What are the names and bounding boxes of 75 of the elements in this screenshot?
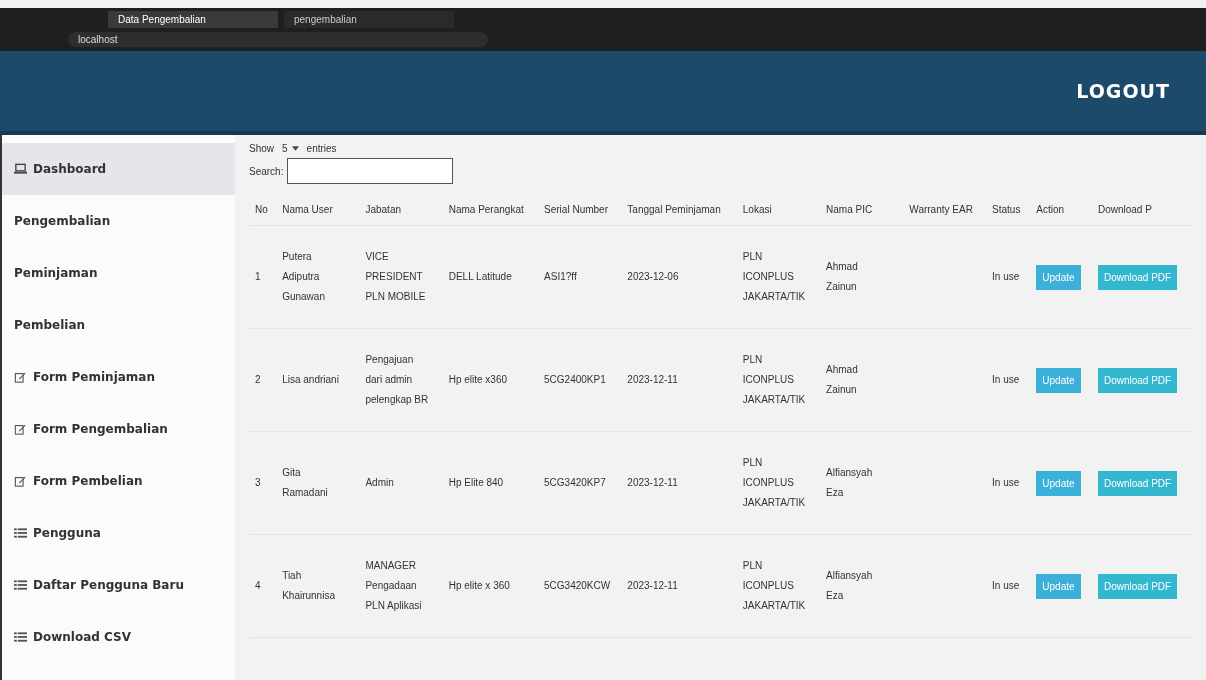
column-header: Download P — [1091, 194, 1192, 226]
table-cell-text: Tiah Khairunnisa — [282, 569, 336, 603]
table-cell-text: Hp elite x360 — [448, 373, 508, 387]
table-cell-text: ASI1?ff — [544, 270, 577, 284]
table-cell-text: Alfiansyah Eza — [826, 466, 874, 500]
table-cell-text: In use — [992, 373, 1020, 387]
table-cell-text: 5CG2400KP1 — [544, 373, 606, 387]
table-cell-text: MANAGER Pengadaan PLN Aplikasi — [365, 559, 423, 613]
sidebar-item[interactable]: Daftar Pengguna Baru — [2, 559, 235, 611]
table-cell-text: 2023-12-11 — [627, 373, 678, 387]
column-header: Tanggal Peminjaman — [621, 194, 737, 226]
sidebar-item[interactable]: Form Peminjaman — [2, 351, 235, 403]
column-header: Serial Number — [538, 194, 622, 226]
address-bar[interactable]: localhost — [68, 32, 488, 47]
list-icon — [14, 579, 27, 591]
table-cell-text: Hp Elite 840 — [448, 476, 504, 490]
table-cell-text: Ahmad Zainun — [826, 363, 859, 397]
sidebar-item[interactable]: Peminjaman — [2, 247, 235, 299]
column-header: Nama Perangkat — [442, 194, 539, 226]
table-cell-text: In use — [992, 476, 1020, 490]
entries-label: entries — [306, 143, 337, 154]
logout-button[interactable]: LOGOUT — [1070, 79, 1176, 103]
column-header: Warranty EAR — [903, 194, 987, 226]
table-cell-text: PLN ICONPLUS JAKARTA/TIK — [742, 250, 807, 304]
table-cell-text: PLN ICONPLUS JAKARTA/TIK — [742, 353, 807, 407]
edit-icon — [14, 475, 27, 487]
sidebar-item[interactable]: Dashboard — [2, 143, 235, 195]
table-cell-text: PLN ICONPLUS JAKARTA/TIK — [742, 456, 807, 510]
column-header: Action — [1030, 194, 1092, 226]
column-header: Status — [986, 194, 1031, 226]
sidebar-item[interactable]: Pembelian — [2, 299, 235, 351]
browser-tab[interactable]: Data Pengembalian — [108, 11, 278, 28]
table-cell-text: 2023-12-11 — [627, 579, 678, 593]
column-header: Nama PIC — [820, 194, 904, 226]
table-cell-text: 4 — [255, 579, 261, 593]
table-cell-text: 5CG3420KP7 — [544, 476, 606, 490]
column-header: Nama User — [276, 194, 360, 226]
laptop-icon — [14, 163, 27, 175]
table-cell-text: In use — [992, 579, 1020, 593]
table-cell-text: In use — [992, 270, 1020, 284]
table-cell-text: 3 — [255, 476, 261, 490]
table-cell-text: PLN ICONPLUS JAKARTA/TIK — [742, 559, 807, 613]
table-cell-text: 2 — [255, 373, 261, 387]
table-cell-text: Alfiansyah Eza — [826, 569, 874, 603]
sidebar-item[interactable]: Download CSV — [2, 611, 235, 663]
show-label: Show — [249, 143, 274, 154]
sidebar-item[interactable]: Pengembalian — [2, 195, 235, 247]
table-cell-text: Lisa andriani — [282, 373, 339, 387]
table-cell-text: Hp elite x 360 — [448, 579, 510, 593]
column-header: Lokasi — [736, 194, 821, 226]
search-label: Search: — [249, 165, 284, 177]
search-field[interactable] — [287, 158, 454, 184]
entries-dropdown[interactable]: 5 — [278, 143, 303, 154]
list-icon — [14, 527, 27, 539]
table-cell-text: DELL Latitude — [448, 270, 512, 284]
sidebar-item[interactable]: Form Pengembalian — [2, 403, 235, 455]
table-cell-text: 2023-12-06 — [627, 270, 679, 284]
table-cell-text: Gita Ramadani — [282, 466, 329, 500]
sidebar-item[interactable]: Form Pembelian — [2, 455, 235, 507]
table-cell-text: 2023-12-11 — [627, 476, 678, 490]
edit-icon — [14, 371, 27, 383]
caret-icon — [291, 146, 299, 151]
sidebar-item[interactable]: Pengguna — [2, 507, 235, 559]
column-header: No — [249, 194, 277, 226]
edit-icon — [14, 423, 27, 435]
table-cell-text: VICE PRESIDENT PLN MOBILE — [365, 250, 427, 304]
table-cell-text: Pengajuan dari admin pelengkap BR — [365, 353, 430, 407]
list-icon — [14, 631, 27, 643]
column-header: Jabatan — [359, 194, 443, 226]
table-cell-text: 5CG3420KCW — [544, 579, 609, 593]
table-cell-text: Putera Adiputra Gunawan — [282, 250, 326, 304]
table-cell-text: 1 — [255, 270, 261, 284]
browser-tab[interactable]: pengembalian — [284, 11, 454, 28]
table-cell-text: Ahmad Zainun — [826, 260, 859, 294]
table-cell-text: Admin — [365, 476, 394, 490]
